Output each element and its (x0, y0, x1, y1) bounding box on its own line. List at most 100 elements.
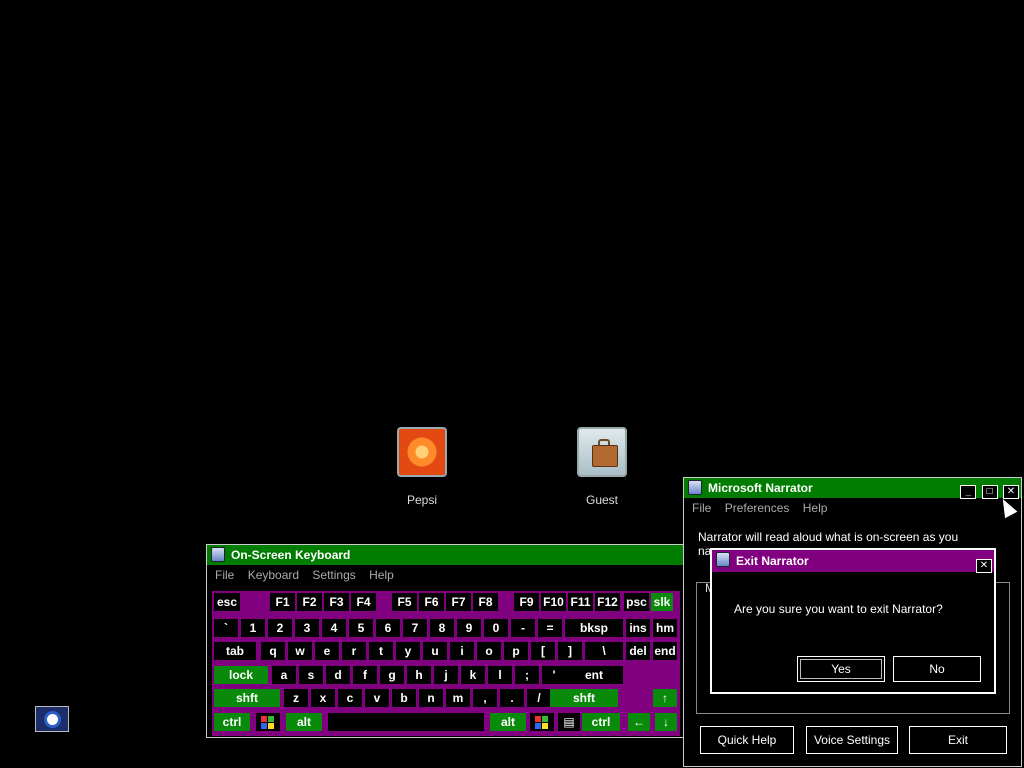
key-num-2[interactable]: 2 (268, 619, 292, 637)
key-num-13[interactable]: bksp (565, 619, 623, 637)
key-top-9[interactable]: o (477, 642, 501, 660)
key-bottom-6[interactable]: n (419, 689, 443, 707)
osk-titlebar[interactable]: On-Screen Keyboard (207, 545, 685, 565)
key-esc[interactable]: esc (214, 593, 240, 611)
maximize-icon[interactable]: □ (981, 485, 998, 499)
key-num-5[interactable]: 5 (349, 619, 373, 637)
osk-menu-settings[interactable]: Settings (312, 568, 355, 582)
key-top-6[interactable]: y (396, 642, 420, 660)
key-home-9[interactable]: l (488, 666, 512, 684)
key-num-12[interactable]: = (538, 619, 562, 637)
key-top-8[interactable]: i (450, 642, 474, 660)
key-arrow-left[interactable]: ← (628, 713, 650, 731)
key-bottom-1[interactable]: z (284, 689, 308, 707)
key-bottom-5[interactable]: b (392, 689, 416, 707)
key-f9[interactable]: F9 (514, 593, 539, 611)
no-button[interactable]: No (893, 656, 981, 682)
key-top-10[interactable]: p (504, 642, 528, 660)
narrator-exit-button[interactable]: Exit (909, 726, 1007, 754)
key-f7[interactable]: F7 (446, 593, 471, 611)
key-bottom-3[interactable]: c (338, 689, 362, 707)
key-home-2[interactable]: s (299, 666, 323, 684)
key-top-15[interactable]: end (653, 642, 677, 660)
key-f2[interactable]: F2 (297, 593, 322, 611)
key-top-12[interactable]: ] (558, 642, 582, 660)
key-f4[interactable]: F4 (351, 593, 376, 611)
key-bottom-10[interactable]: / (527, 689, 551, 707)
key-num-0[interactable]: ` (214, 619, 238, 637)
key-menu[interactable]: ▤ (558, 713, 580, 731)
key-bottom-12[interactable]: ↑ (653, 689, 677, 707)
key-top-2[interactable]: w (288, 642, 312, 660)
key-arrow-down[interactable]: ↓ (655, 713, 677, 731)
key-home-5[interactable]: g (380, 666, 404, 684)
key-bottom-11[interactable]: shft (550, 689, 618, 707)
voice-settings-button[interactable]: Voice Settings (806, 726, 898, 754)
key-home-3[interactable]: d (326, 666, 350, 684)
key-num-6[interactable]: 6 (376, 619, 400, 637)
key-num-8[interactable]: 8 (430, 619, 454, 637)
quick-help-button[interactable]: Quick Help (700, 726, 794, 754)
key-home-4[interactable]: f (353, 666, 377, 684)
narrator-menu-file[interactable]: File (692, 501, 711, 515)
osk-menu-help[interactable]: Help (369, 568, 394, 582)
key-top-7[interactable]: u (423, 642, 447, 660)
key-num-15[interactable]: hm (653, 619, 677, 637)
key-top-1[interactable]: q (261, 642, 285, 660)
key-slk[interactable]: slk (651, 593, 673, 611)
key-home-10[interactable]: ; (515, 666, 539, 684)
key-home-1[interactable]: a (272, 666, 296, 684)
key-f5[interactable]: F5 (392, 593, 417, 611)
key-bottom-2[interactable]: x (311, 689, 335, 707)
dialog-titlebar[interactable]: Exit Narrator ✕ (712, 550, 994, 573)
key-num-11[interactable]: - (511, 619, 535, 637)
key-top-13[interactable]: \ (585, 642, 623, 660)
narrator-menu-help[interactable]: Help (803, 501, 828, 515)
key-home-0[interactable]: lock (214, 666, 268, 684)
key-bottom-8[interactable]: , (473, 689, 497, 707)
key-top-4[interactable]: r (342, 642, 366, 660)
key-f11[interactable]: F11 (568, 593, 593, 611)
close-icon[interactable]: ✕ (976, 559, 992, 573)
key-top-0[interactable]: tab (214, 642, 256, 660)
narrator-menu-preferences[interactable]: Preferences (725, 501, 790, 515)
key-num-7[interactable]: 7 (403, 619, 427, 637)
windows-key-left[interactable] (256, 713, 280, 731)
key-num-1[interactable]: 1 (241, 619, 265, 637)
key-ctrl-right[interactable]: ctrl (582, 713, 620, 731)
key-num-3[interactable]: 3 (295, 619, 319, 637)
key-home-6[interactable]: h (407, 666, 431, 684)
key-alt-left[interactable]: alt (286, 713, 322, 731)
user-tile-pepsi[interactable]: Pepsi (362, 427, 482, 507)
key-f8[interactable]: F8 (473, 593, 498, 611)
key-top-3[interactable]: e (315, 642, 339, 660)
narrator-titlebar[interactable]: Microsoft Narrator _ □ ✕ (684, 478, 1021, 499)
key-home-11[interactable]: ' (542, 666, 566, 684)
key-f10[interactable]: F10 (541, 593, 566, 611)
key-num-4[interactable]: 4 (322, 619, 346, 637)
key-f1[interactable]: F1 (270, 593, 295, 611)
yes-button[interactable]: Yes (797, 656, 885, 682)
key-top-5[interactable]: t (369, 642, 393, 660)
key-bottom-0[interactable]: shft (214, 689, 280, 707)
key-space[interactable] (328, 713, 484, 731)
user-tile-guest[interactable]: Guest (542, 427, 662, 507)
key-psc[interactable]: psc (624, 593, 649, 611)
key-f6[interactable]: F6 (419, 593, 444, 611)
key-home-12[interactable]: ent (565, 666, 623, 684)
key-bottom-4[interactable]: v (365, 689, 389, 707)
key-num-10[interactable]: 0 (484, 619, 508, 637)
key-f12[interactable]: F12 (595, 593, 620, 611)
key-bottom-7[interactable]: m (446, 689, 470, 707)
ease-of-access-button[interactable] (35, 706, 69, 732)
key-ctrl-left[interactable]: ctrl (214, 713, 250, 731)
osk-menu-file[interactable]: File (215, 568, 234, 582)
osk-menu-keyboard[interactable]: Keyboard (248, 568, 299, 582)
key-home-7[interactable]: j (434, 666, 458, 684)
key-bottom-9[interactable]: . (500, 689, 524, 707)
key-home-8[interactable]: k (461, 666, 485, 684)
key-alt-right[interactable]: alt (490, 713, 526, 731)
key-top-11[interactable]: [ (531, 642, 555, 660)
minimize-icon[interactable]: _ (960, 485, 977, 499)
key-num-14[interactable]: ins (626, 619, 650, 637)
